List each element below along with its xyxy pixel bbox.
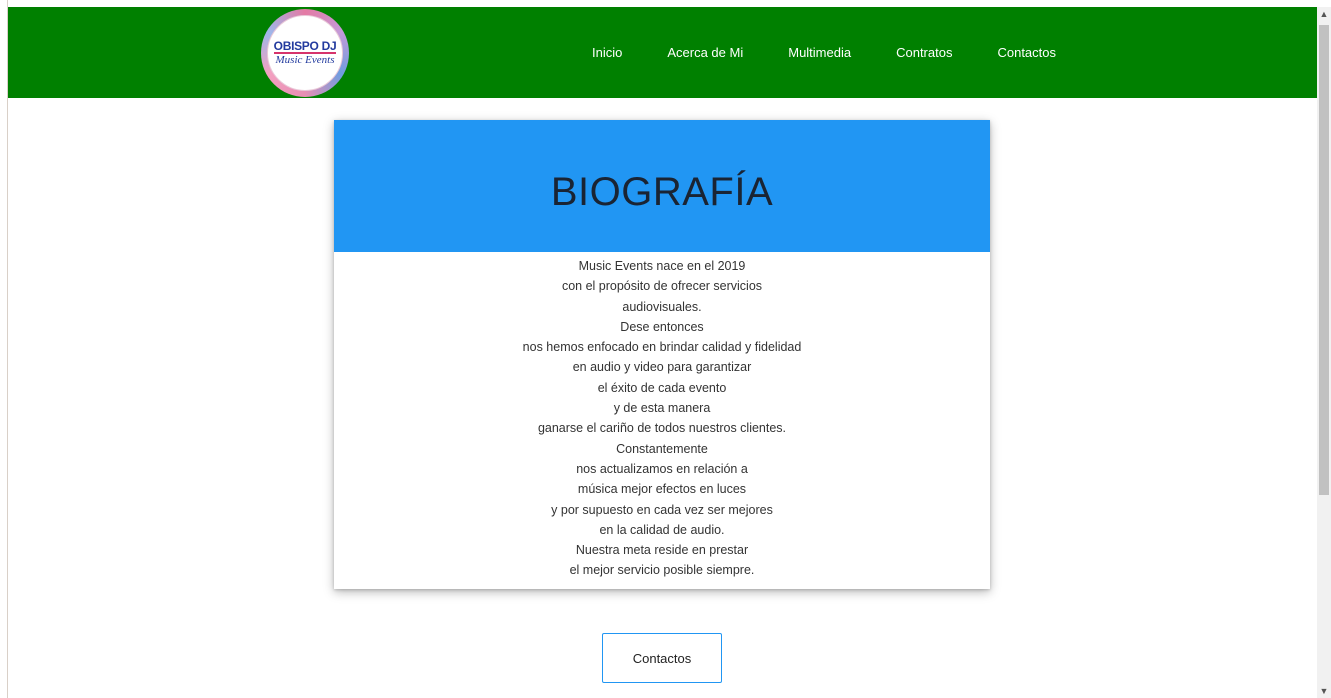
bio-line: Constantemente <box>616 441 708 456</box>
bio-line: música mejor efectos en luces <box>577 482 747 497</box>
bio-line: el mejor servicio posible siempre. <box>569 563 755 578</box>
window-top-edge <box>0 0 1331 7</box>
chevron-up-icon[interactable]: ▲ <box>1317 7 1331 21</box>
contact-button[interactable]: Contactos <box>602 633 722 683</box>
top-navbar: OBISPO DJ Music Events Inicio Acerca de … <box>8 7 1317 98</box>
window-left-edge <box>0 0 8 698</box>
bio-line: Nuestra meta reside en prestar <box>575 543 749 558</box>
nav-link-acerca[interactable]: Acerca de Mi <box>667 45 743 60</box>
nav-link-contratos[interactable]: Contratos <box>896 45 952 60</box>
biography-card: BIOGRAFÍA Music Events nace en el 2019 c… <box>334 120 990 589</box>
scrollbar-thumb[interactable] <box>1319 25 1329 495</box>
bio-line: el éxito de cada evento <box>597 380 727 395</box>
nav-link-contactos[interactable]: Contactos <box>997 45 1056 60</box>
nav-link-multimedia[interactable]: Multimedia <box>788 45 851 60</box>
logo-subtitle: Music Events <box>275 54 335 66</box>
nav-link-inicio[interactable]: Inicio <box>592 45 622 60</box>
vertical-scrollbar[interactable]: ▲ ▼ <box>1317 7 1331 698</box>
bio-line: nos hemos enfocado en brindar calidad y … <box>522 340 802 355</box>
bio-line: y por supuesto en cada vez ser mejores <box>551 502 773 517</box>
bio-line: en audio y video para garantizar <box>572 360 752 375</box>
logo-title: OBISPO DJ <box>273 39 337 54</box>
biography-text: Music Events nace en el 2019 con el prop… <box>334 252 990 581</box>
biography-title: BIOGRAFÍA <box>550 170 774 215</box>
bio-line: audiovisuales. <box>622 299 702 314</box>
bio-line: Music Events nace en el 2019 <box>578 259 746 273</box>
brand-logo[interactable]: OBISPO DJ Music Events <box>261 9 349 97</box>
bio-line: Dese entonces <box>620 319 704 334</box>
bio-line: y de esta manera <box>613 401 711 416</box>
bio-line: ganarse el cariño de todos nuestros clie… <box>537 421 787 436</box>
chevron-down-icon[interactable]: ▼ <box>1317 684 1331 698</box>
logo-badge: OBISPO DJ Music Events <box>267 15 343 91</box>
biography-header: BIOGRAFÍA <box>334 120 990 252</box>
bio-line: nos actualizamos en relación a <box>576 461 748 476</box>
nav-menu: Inicio Acerca de Mi Multimedia Contratos… <box>592 45 1056 60</box>
bio-line: en la calidad de audio. <box>599 522 725 537</box>
bio-line: con el propósito de ofrecer servicios <box>561 279 763 294</box>
